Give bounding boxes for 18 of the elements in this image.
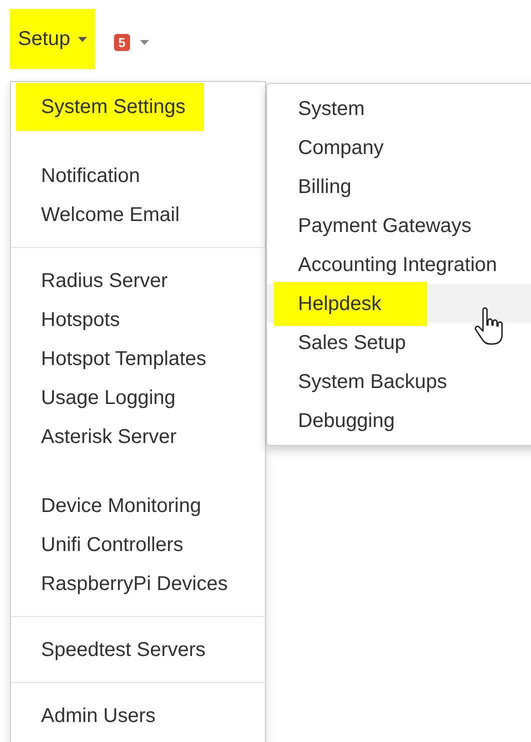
submenu-label: Company: [297, 136, 385, 160]
notification-button[interactable]: 5: [114, 34, 148, 50]
menu-item[interactable]: System Settings: [16, 82, 204, 130]
submenu-label: Accounting Integration: [297, 252, 498, 278]
setup-button[interactable]: Setup: [10, 9, 96, 69]
submenu-label: Sales Setup: [297, 330, 407, 356]
submenu-label: Debugging: [297, 408, 396, 434]
submenu-label: Helpdesk: [274, 282, 428, 326]
submenu-item[interactable]: Helpdesk: [267, 284, 531, 323]
submenu-label: Payment Gateways: [297, 214, 472, 238]
submenu-label: System: [297, 96, 366, 122]
menu-item[interactable]: Speedtest Servers: [16, 626, 224, 674]
submenu-label: System Backups: [297, 370, 448, 394]
menu-item[interactable]: Admin Users: [16, 692, 174, 740]
caret-icon: [78, 36, 88, 42]
caret-icon: [140, 40, 148, 44]
notification-badge: 5: [114, 34, 130, 50]
submenu-label: Billing: [297, 174, 352, 200]
